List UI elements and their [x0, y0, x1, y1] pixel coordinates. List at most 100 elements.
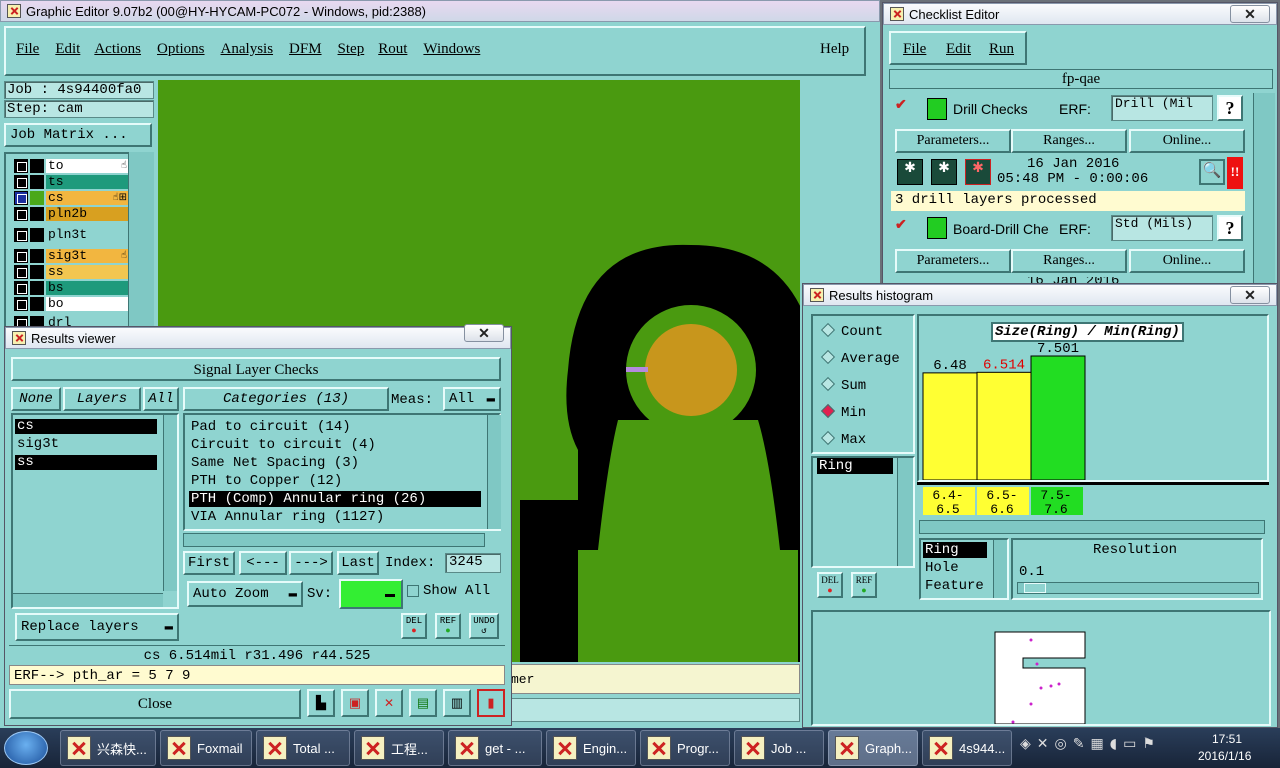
menu-actions[interactable]: Actions — [94, 41, 141, 58]
ref-button[interactable]: REF ● — [851, 572, 877, 598]
notes-icon[interactable]: ▥ — [443, 689, 471, 717]
taskbar-item[interactable]: Engin... — [546, 730, 636, 766]
taskbar-item[interactable]: Job ... — [734, 730, 824, 766]
layer-row-bs[interactable]: bs — [14, 281, 129, 295]
checklist-menu-run[interactable]: Run — [989, 41, 1014, 58]
online-button[interactable]: Online... — [1129, 129, 1245, 153]
flag-icon[interactable]: ⚑ — [1142, 736, 1155, 760]
first-button[interactable]: First — [183, 551, 235, 575]
menu-edit[interactable]: Edit — [55, 41, 80, 58]
menu-dfm[interactable]: DFM — [289, 41, 322, 58]
category-item[interactable]: VIA Annular ring (1127) — [189, 509, 481, 525]
erf-field[interactable]: Std (Mils) — [1111, 215, 1213, 241]
parameters-button[interactable]: Parameters... — [895, 129, 1011, 153]
ranges-button[interactable]: Ranges... — [1011, 249, 1127, 273]
layer-checkbox[interactable] — [14, 191, 28, 205]
type-item-hole[interactable]: Hole — [923, 560, 959, 576]
ref-report-icon[interactable]: ✕ — [375, 689, 403, 717]
clock-time[interactable]: 17:51 — [1212, 732, 1242, 746]
layer-list-hscroll[interactable] — [13, 593, 163, 607]
bar-chart-icon[interactable]: ▮ — [477, 689, 505, 717]
none-button[interactable]: None — [11, 387, 61, 411]
category-item[interactable]: Pad to circuit (14) — [189, 419, 481, 435]
ref-button[interactable]: REF ● — [435, 613, 461, 639]
chart-hscroll[interactable] — [919, 520, 1265, 534]
layer-checkbox[interactable] — [14, 265, 28, 279]
list-icon[interactable]: ▤ — [409, 689, 437, 717]
taskbar-item[interactable]: 4s944... — [922, 730, 1012, 766]
battery-icon[interactable]: ▭ — [1123, 736, 1136, 760]
menu-windows[interactable]: Windows — [423, 41, 480, 58]
menu-options[interactable]: Options — [157, 41, 205, 58]
layer-checkbox[interactable] — [14, 249, 28, 263]
del-button[interactable]: DEL ● — [401, 613, 427, 639]
menu-file[interactable]: File — [16, 41, 39, 58]
layer-checkbox[interactable] — [14, 281, 28, 295]
index-input[interactable]: 3245 — [445, 553, 501, 573]
check-help-button[interactable]: ? — [1217, 95, 1243, 121]
layer-row-bo[interactable]: bo — [14, 297, 129, 311]
mode-max[interactable]: Max — [820, 430, 866, 448]
all-button[interactable]: All — [143, 387, 179, 411]
undo-button[interactable]: UNDO ↺ — [469, 613, 499, 639]
type-scrollbar[interactable] — [993, 540, 1007, 598]
checklist-close-button[interactable]: ✕ — [1230, 5, 1270, 23]
result-layer-item[interactable]: cs — [15, 419, 157, 434]
monitor-icon[interactable]: ▦ — [1090, 736, 1103, 760]
taskbar-item[interactable]: Total ... — [256, 730, 350, 766]
layer-row-ss[interactable]: ss — [14, 265, 129, 279]
tool-icon[interactable]: ✕ — [1037, 736, 1049, 760]
job-matrix-button[interactable]: Job Matrix ... — [4, 123, 152, 147]
mode-sum[interactable]: Sum — [820, 376, 866, 394]
last-button[interactable]: Last — [337, 551, 379, 575]
parameters-button[interactable]: Parameters... — [895, 249, 1011, 273]
category-item[interactable]: PTH (Comp) Annular ring (26) — [189, 491, 481, 507]
pen-icon[interactable]: ✎ — [1073, 736, 1085, 760]
check-enabled-icon[interactable]: ✔ — [895, 97, 907, 114]
run-icon[interactable]: ✱ — [897, 159, 923, 185]
run-stop-icon[interactable]: ✱ — [965, 159, 991, 185]
categories-button[interactable]: Categories (13) — [183, 387, 389, 411]
resolution-slider[interactable] — [1017, 582, 1259, 594]
layer-list-scroll[interactable] — [128, 152, 154, 332]
category-item[interactable]: Circuit to circuit (4) — [189, 437, 481, 453]
check-help-button[interactable]: ? — [1217, 215, 1243, 241]
filter-scrollbar[interactable] — [897, 458, 913, 566]
checklist-menu-edit[interactable]: Edit — [946, 41, 971, 58]
prev-button[interactable]: <--- — [239, 551, 287, 575]
mode-average[interactable]: Average — [820, 349, 900, 367]
layer-checkbox[interactable] — [14, 297, 28, 311]
layer-checkbox[interactable] — [14, 228, 28, 242]
run-partial-icon[interactable]: ✱ — [931, 159, 957, 185]
layer-row-pln3t[interactable]: pln3t — [14, 228, 129, 242]
taskbar-item[interactable]: Progr... — [640, 730, 730, 766]
online-button[interactable]: Online... — [1129, 249, 1245, 273]
result-layer-item[interactable]: ss — [15, 455, 157, 470]
check-name[interactable]: Drill Checks — [953, 101, 1028, 117]
network-icon[interactable]: ◈ — [1020, 736, 1031, 760]
check-enabled-icon[interactable]: ✔ — [895, 217, 907, 234]
checklist-menu-file[interactable]: File — [903, 41, 926, 58]
speaker-icon[interactable]: ◖ — [1110, 736, 1117, 760]
mini-map[interactable] — [811, 610, 1271, 726]
type-item-feature[interactable]: Feature — [923, 578, 984, 594]
resolution-slider-handle[interactable] — [1024, 583, 1046, 593]
layer-checkbox[interactable] — [14, 207, 28, 221]
taskbar-item[interactable]: Graph... — [828, 730, 918, 766]
layer-row-to[interactable]: to ☝ — [14, 159, 129, 173]
next-button[interactable]: ---> — [289, 551, 333, 575]
menu-rout[interactable]: Rout — [378, 41, 407, 58]
close-button[interactable]: Close — [9, 689, 301, 719]
histogram-close-button[interactable]: ✕ — [1230, 286, 1270, 304]
layer-row-ts[interactable]: ts — [14, 175, 129, 189]
start-button[interactable] — [4, 731, 48, 765]
layer-checkbox[interactable] — [14, 175, 28, 189]
menu-analysis[interactable]: Analysis — [221, 41, 274, 58]
layer-list-vscroll[interactable] — [163, 415, 177, 591]
histogram-bar[interactable] — [922, 372, 978, 480]
histogram-tool-icon[interactable]: ▙ — [307, 689, 335, 717]
layer-row-pln2b[interactable]: pln2b — [14, 207, 129, 221]
taskbar-item[interactable]: Foxmail — [160, 730, 252, 766]
layer-row-cs[interactable]: cs ☝⊞ — [14, 191, 129, 205]
layer-checkbox[interactable] — [14, 159, 28, 173]
